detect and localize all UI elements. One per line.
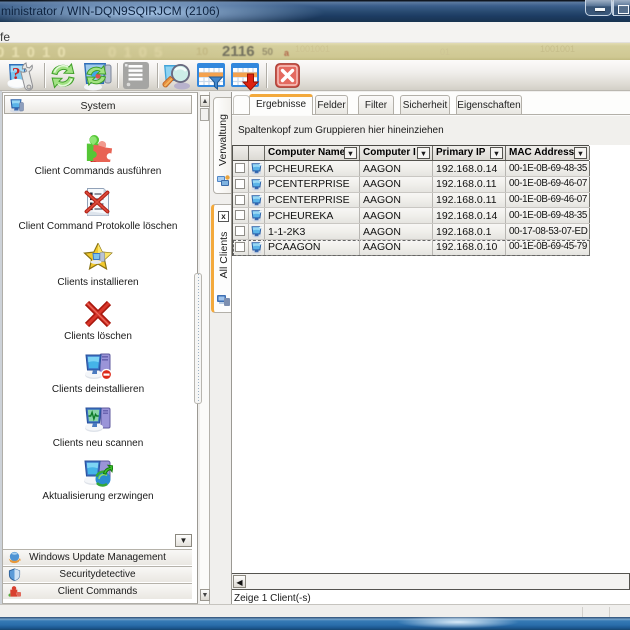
svg-text:?: ? <box>12 64 21 83</box>
